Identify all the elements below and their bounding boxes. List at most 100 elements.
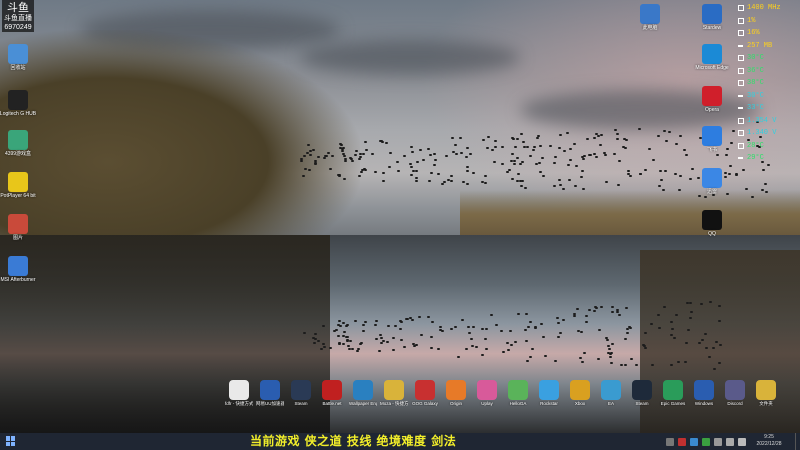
desktop-icon[interactable]: MSI Afterburner bbox=[0, 256, 38, 283]
bird bbox=[510, 153, 514, 156]
desktop-icon[interactable]: 4399游戏盒 bbox=[0, 130, 38, 157]
desktop-icon[interactable]: 此电脑 bbox=[630, 4, 670, 31]
bird bbox=[663, 305, 667, 308]
dock-icon[interactable]: Battle.net bbox=[318, 380, 346, 406]
bird bbox=[460, 319, 464, 322]
bird bbox=[679, 174, 683, 177]
dock-icon[interactable]: Discord bbox=[721, 380, 749, 406]
hw-value: 36°C bbox=[747, 66, 764, 75]
bird bbox=[585, 315, 589, 318]
bird bbox=[574, 165, 578, 168]
chevron-up-icon[interactable] bbox=[666, 437, 674, 446]
dock-icon[interactable]: Wallpaper Engine bbox=[349, 380, 377, 406]
bird bbox=[658, 185, 662, 187]
dock-icon[interactable]: Xbox bbox=[566, 380, 594, 406]
desktop-icon[interactable]: Microsoft Edge bbox=[692, 44, 732, 71]
dock-icon[interactable]: Rockstar bbox=[535, 380, 563, 406]
desktop-icon[interactable]: QQ bbox=[692, 210, 732, 237]
hw-monitor-row: 16% bbox=[738, 27, 800, 40]
bird bbox=[486, 147, 490, 150]
bird bbox=[449, 179, 453, 182]
bird bbox=[414, 176, 418, 179]
desktop-icon-label: 迅雷 bbox=[706, 189, 717, 195]
bird bbox=[561, 319, 565, 322]
desktop-icon[interactable]: 回收站 bbox=[0, 44, 38, 71]
desktop-icon[interactable]: 图片 bbox=[0, 214, 38, 241]
bird bbox=[365, 149, 369, 152]
desktop-icon-label: Microsoft Edge bbox=[695, 65, 729, 71]
desktop-icon[interactable]: 迅雷 bbox=[692, 168, 732, 195]
taskbar-clock[interactable]: 9:25 2022/12/28 bbox=[748, 434, 790, 448]
bird bbox=[451, 137, 455, 140]
dock-icon[interactable]: fdfr - 快捷方式 bbox=[225, 380, 253, 406]
network-icon[interactable] bbox=[714, 437, 722, 446]
dock-icon[interactable]: EA bbox=[597, 380, 625, 406]
bird bbox=[750, 196, 754, 199]
desktop-icon[interactable]: Stardew bbox=[692, 4, 732, 31]
bird bbox=[342, 331, 346, 334]
dock-icon[interactable]: Uplay bbox=[473, 380, 501, 406]
hardware-monitor: 1400 MHz 1% 16% 257 MB 30°C 36°C 38°C 30°C 33°C 1… bbox=[738, 2, 800, 165]
bird bbox=[384, 141, 388, 144]
bird bbox=[717, 319, 721, 322]
bird bbox=[361, 324, 365, 327]
bird bbox=[582, 187, 586, 190]
dock-icon[interactable]: Steam bbox=[628, 380, 656, 406]
show-desktop-button[interactable] bbox=[795, 433, 800, 450]
desktop-icon[interactable]: Logitech G HUB bbox=[0, 90, 38, 117]
ime-icon[interactable] bbox=[738, 437, 746, 446]
hw-monitor-row: 30°C bbox=[738, 90, 800, 103]
bird bbox=[708, 301, 712, 304]
bird bbox=[330, 154, 334, 157]
bird bbox=[741, 169, 745, 172]
bird bbox=[585, 320, 589, 323]
bird bbox=[638, 172, 642, 175]
dock-icon[interactable]: 文件夹 bbox=[752, 380, 780, 406]
volume-icon[interactable] bbox=[726, 437, 734, 446]
dock-icon[interactable]: Moza - 快捷方式 bbox=[380, 380, 408, 406]
bird bbox=[347, 345, 351, 348]
dock-icon[interactable]: Epic Games bbox=[659, 380, 687, 406]
bird bbox=[393, 325, 397, 328]
checkbox-icon bbox=[738, 55, 744, 62]
dock-icon[interactable]: Steam bbox=[287, 380, 315, 406]
bird bbox=[611, 311, 615, 314]
bird bbox=[374, 323, 378, 326]
bird bbox=[522, 141, 526, 144]
bird bbox=[610, 343, 614, 346]
bird bbox=[316, 340, 320, 343]
bird bbox=[399, 320, 403, 323]
tray-app-icon[interactable] bbox=[678, 437, 686, 446]
tray-app-icon[interactable] bbox=[690, 437, 698, 446]
dash-icon bbox=[738, 44, 743, 47]
dock-icon[interactable]: 网易UU加速器 bbox=[256, 380, 284, 406]
bird bbox=[303, 155, 307, 158]
bird bbox=[711, 347, 715, 350]
dock-icon[interactable]: Origin bbox=[442, 380, 470, 406]
bird bbox=[432, 153, 436, 156]
desktop-icon[interactable]: PotPlayer 64 bit bbox=[0, 172, 38, 199]
bird bbox=[660, 179, 664, 182]
dock-icon[interactable]: Windows bbox=[690, 380, 718, 406]
hw-value: 33°C bbox=[747, 104, 764, 113]
system-tray bbox=[664, 433, 748, 450]
bird bbox=[713, 368, 717, 370]
windows-start-icon[interactable] bbox=[6, 436, 16, 446]
bird bbox=[685, 342, 689, 345]
bird bbox=[523, 328, 527, 331]
dock-icon-label: Epic Games bbox=[660, 401, 686, 406]
dock-icon[interactable]: HelloGA bbox=[504, 380, 532, 406]
bird bbox=[466, 183, 470, 186]
desktop-icon[interactable]: Opera bbox=[692, 86, 732, 113]
checkbox-icon bbox=[738, 130, 744, 137]
dock-icon-label: Xbox bbox=[574, 401, 586, 406]
dock-icon-label: Uplay bbox=[481, 401, 493, 406]
desktop-icon[interactable]: 飞书 bbox=[692, 126, 732, 153]
tray-app-icon[interactable] bbox=[702, 437, 710, 446]
bird bbox=[416, 160, 420, 163]
bird bbox=[656, 135, 660, 138]
bird bbox=[616, 183, 620, 186]
hw-monitor-row: 38°C bbox=[738, 77, 800, 90]
dock-icon[interactable]: GOG Galaxy bbox=[411, 380, 439, 406]
bird bbox=[620, 363, 624, 366]
